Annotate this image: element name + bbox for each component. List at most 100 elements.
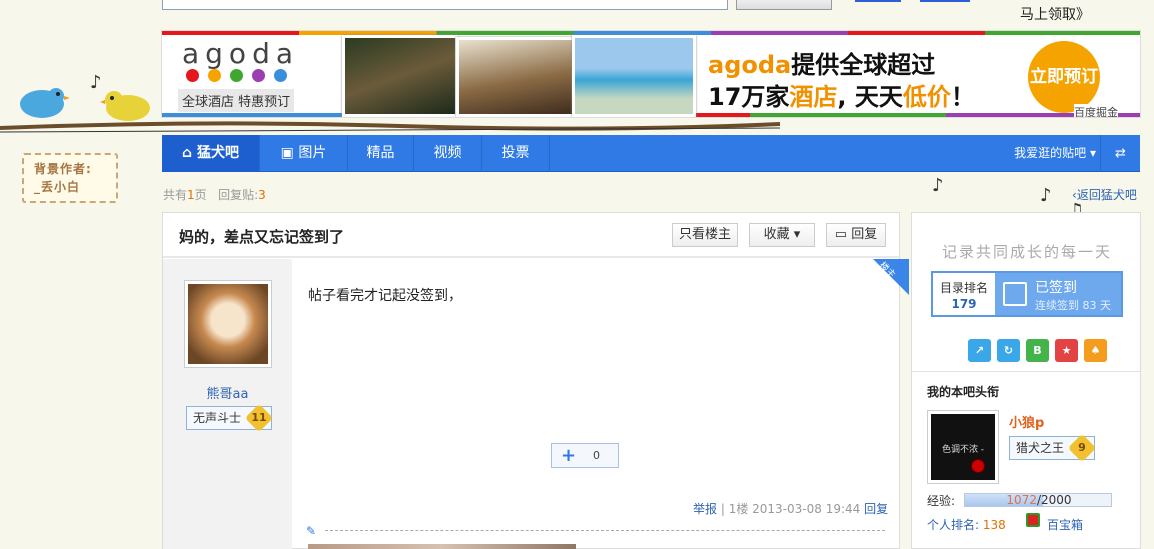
banner-text: 17万家 [708, 83, 790, 111]
sign-line-2: _丢小白 [34, 180, 81, 194]
nav-item-vote[interactable]: 投票 [482, 135, 550, 172]
divider [325, 530, 885, 531]
blue-bird-icon [20, 88, 70, 118]
banner-line-2: 17万家酒店, 天天低价！ [708, 77, 975, 112]
share-icons: ↗ ↻ B ★ ♠ [968, 339, 1113, 362]
title-picture[interactable]: 色调不浓 - [927, 410, 999, 484]
picture-icon: ▣ [280, 145, 299, 161]
page-count: 1 [187, 188, 195, 202]
report-link[interactable]: 举报 [693, 502, 717, 516]
banner-text: 低价 [902, 83, 951, 111]
user-name[interactable]: 小狼p [1009, 412, 1044, 431]
share-icon[interactable]: ↗ [968, 339, 991, 362]
claim-link[interactable]: 马上领取》 [1020, 4, 1090, 24]
yellow-bird-icon [100, 91, 150, 121]
back-link[interactable]: ‹返回猛犬吧 [1072, 186, 1137, 203]
banner-text: ！ [950, 83, 975, 111]
avatar[interactable] [184, 280, 272, 368]
top-link[interactable] [920, 0, 970, 2]
author-column: 熊哥aa 无声斗士 11 [163, 259, 292, 549]
comment-icon: ▭ [834, 227, 852, 242]
signed-days: 连续签到 83 天 [1035, 299, 1111, 312]
author-badge[interactable]: 无声斗士 11 [186, 403, 274, 433]
exp-bar: 1072/2000 [964, 493, 1112, 507]
author-name[interactable]: 熊哥aa [163, 383, 292, 402]
only-op-button[interactable]: 只看楼主 [672, 223, 738, 247]
nav-item-featured[interactable]: 精品 [348, 135, 414, 172]
exp-current: 1072 [1006, 493, 1037, 507]
reply-label: 回复 [851, 227, 878, 242]
plus-one-button[interactable]: +0 [551, 443, 619, 468]
reply-count: 3 [258, 188, 266, 202]
sign-slogan: 记录共同成长的每一天 [942, 243, 1113, 261]
logo-dot [230, 69, 243, 82]
nav-home-label: 猛犬吧 [196, 145, 239, 161]
background-author-sign: 背景作者: _丢小白 [22, 153, 118, 203]
banner-text: , 天天 [837, 83, 903, 111]
banner-brand: agoda [708, 51, 792, 79]
meta-text: 共有 [163, 188, 188, 202]
exp-text: 1072/2000 [965, 494, 1113, 506]
music-note-icon: ♪ [1040, 185, 1052, 206]
forum-nav: ⌂ 猛犬吧 ▣ 图片 精品 视频 投票 我爱逛的贴吧 ▾ ⇄ [162, 135, 1140, 172]
ad-source-label: 百度掘金 [1074, 104, 1118, 118]
thread-meta: 共有1页 回复贴:3 [163, 186, 266, 203]
gift-icon [1026, 513, 1040, 527]
ad-banner[interactable]: agoda 全球酒店 特惠预订 agoda提供全球超过 17万家酒店, 天天低价… [161, 30, 1141, 118]
back-label: 返回猛犬吧 [1076, 188, 1137, 202]
hotel-photo [342, 35, 458, 117]
divider [912, 371, 1140, 372]
treasure-link[interactable]: 百宝箱 [1047, 516, 1083, 533]
post-title: 妈的，差点又忘记签到了 [179, 228, 345, 246]
avatar-image [188, 284, 268, 364]
music-note-icon: ♪ [90, 72, 102, 93]
sign-in-box[interactable]: 目录排名 179 已签到 连续签到 83 天 [931, 271, 1123, 317]
title-picture-image: 色调不浓 - [931, 414, 995, 480]
favorite-button[interactable]: 收藏 ▾ [749, 223, 815, 247]
reply-button[interactable]: ▭ 回复 [826, 223, 886, 247]
nav-item-pictures[interactable]: ▣ 图片 [260, 135, 348, 172]
b-icon[interactable]: B [1026, 339, 1049, 362]
banner-line-1: agoda提供全球超过 [708, 45, 935, 80]
rank-value: 138 [982, 518, 1006, 532]
badge-label: 猎犬之王 [1016, 441, 1065, 455]
nav-item-video[interactable]: 视频 [414, 135, 482, 172]
badge-label: 无声斗士 [193, 411, 242, 425]
bell-icon[interactable]: ♠ [1084, 339, 1107, 362]
refresh-icon[interactable]: ↻ [997, 339, 1020, 362]
caret-down-icon: ▾ [789, 227, 801, 242]
home-icon: ⌂ [182, 145, 197, 161]
badge-level-icon: 11 [244, 403, 274, 433]
badge-level: 11 [251, 411, 267, 424]
user-badge[interactable]: 猎犬之王 9 [1009, 433, 1097, 463]
favorite-label: 收藏 [763, 227, 790, 242]
caret-down-icon: ▾ [1086, 146, 1096, 160]
visited-forums-dropdown[interactable]: 我爱逛的贴吧 ▾ [1014, 135, 1096, 172]
rank-label: 目录排名 [939, 281, 988, 295]
book-now-button[interactable]: 立即预订 [1028, 41, 1100, 113]
post-time: 2013-03-08 19:44 [752, 502, 861, 516]
banner-text: 酒店 [789, 83, 838, 111]
post-header: 妈的，差点又忘记签到了 只看楼主 收藏 ▾ ▭ 回复 [163, 213, 899, 258]
signed-status[interactable]: 已签到 连续签到 83 天 [995, 273, 1121, 315]
top-link[interactable] [855, 0, 901, 2]
reply-link[interactable]: 回复 [864, 502, 888, 516]
post-panel: 妈的，差点又忘记签到了 只看楼主 收藏 ▾ ▭ 回复 熊哥aa 无声斗士 11 楼… [162, 212, 909, 549]
music-note-icon: ♪ [932, 175, 944, 196]
signed-label: 已签到 [1035, 280, 1077, 296]
star-icon[interactable]: ★ [1055, 339, 1078, 362]
rank-label: 个人排名: [927, 518, 980, 532]
nav-home[interactable]: ⌂ 猛犬吧 [162, 135, 260, 172]
search-button[interactable] [736, 0, 832, 10]
search-input[interactable] [162, 0, 728, 10]
logo-dot [274, 69, 287, 82]
badge-level-icon: 9 [1067, 433, 1097, 463]
switch-icon[interactable]: ⇄ [1100, 135, 1140, 172]
banner-text: 提供全球超过 [791, 51, 936, 79]
personal-rank: 个人排名: 138 [927, 516, 1006, 533]
logo-dots [186, 69, 296, 85]
next-post-image [308, 544, 576, 549]
calendar-icon [1003, 282, 1027, 306]
floor-number: 1楼 [728, 502, 749, 516]
head-title: 我的本吧头衔 [927, 385, 1000, 399]
